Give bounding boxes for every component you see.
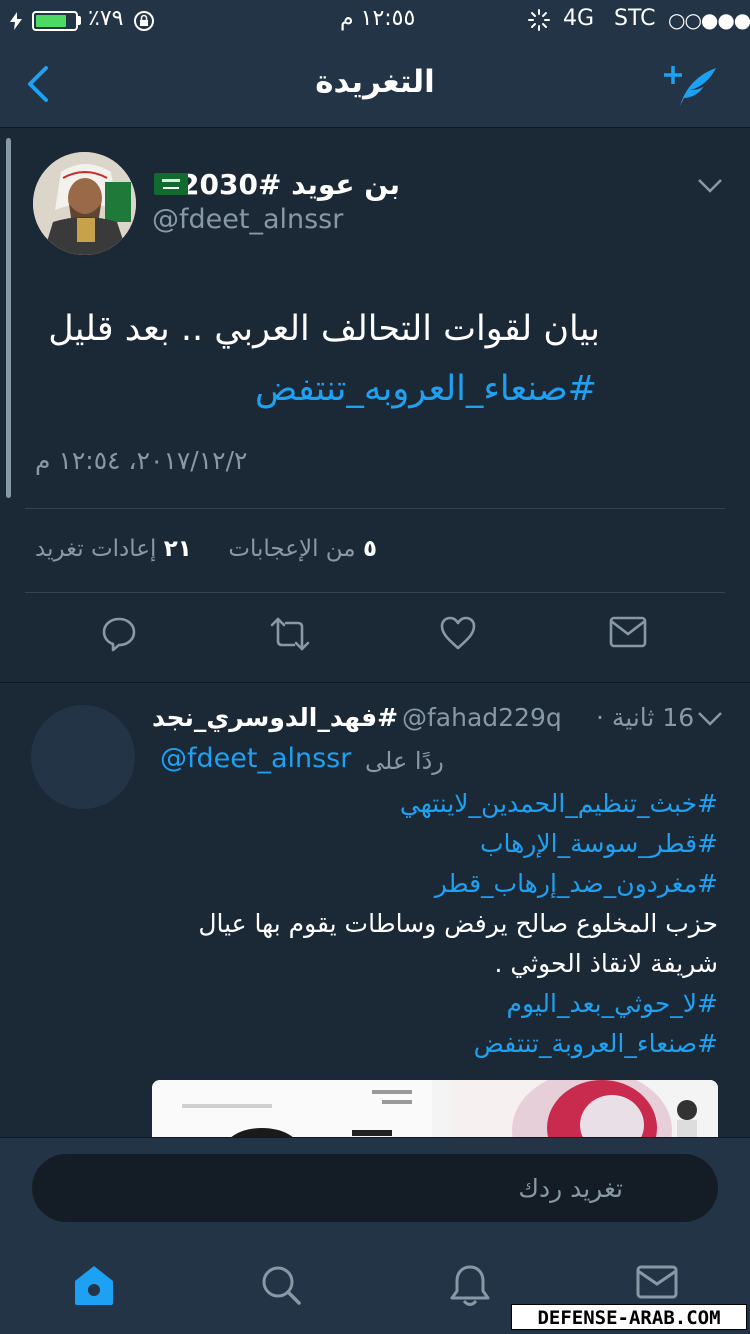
messages-icon[interactable] [636,1263,678,1301]
reply-input-placeholder: تغريد ردك [518,1174,623,1203]
reply-tweet[interactable]: 16 ثانية · @fahad229q #فهد_الدوسري_نجد ر… [0,682,750,1137]
tweet-timestamp: ٢٠١٧/١٢/٢، ١٢:٥٤ م [35,446,248,475]
like-icon[interactable] [439,615,477,651]
retweet-icon[interactable] [268,615,312,653]
scroll-indicator [6,138,11,498]
reply-hashtag-link[interactable]: #صنعاء_العروبة_تنتفض [474,1027,718,1061]
tweet-text: بيان لقوات التحالف العربي .. بعد قليل [48,309,600,349]
retweets-label: إعادات تغريد [35,536,157,562]
attached-image[interactable] [152,1080,718,1137]
reply-text-line: شريفة لانقاذ الحوثي . [494,949,718,978]
reply-handle[interactable]: @fahad229q [402,703,562,732]
battery-tip [78,16,81,25]
compose-icon[interactable] [664,62,722,108]
status-bar: ٪٧٩ ١٢:٥٥ م 4G STC ○○●●● [0,0,750,40]
replying-to-handle[interactable]: @fdeet_alnssr [160,743,351,774]
reply-hashtag-link[interactable]: #مغردون_ضد_إرهاب_قطر [435,867,718,901]
watermark: DEFENSE-ARAB.COM [511,1304,747,1330]
reply-input[interactable]: تغريد ردك [32,1154,718,1222]
tweet-hashtag-link[interactable]: #صنعاء_العروبه_تنتفض [255,364,597,414]
likes-count: ٥ [362,536,377,562]
charging-icon [10,12,22,30]
saudi-flag-icon [154,173,188,195]
chevron-down-icon[interactable] [697,178,723,194]
retweets-stat[interactable]: ٢١ إعادات تغريد [35,536,192,562]
network-type: 4G [563,6,595,31]
tweet-stats: ٥ من الإعجابات ٢١ إعادات تغريد [35,536,377,562]
reply-hashtag-link[interactable]: #لا_حوثي_بعد_اليوم [506,987,718,1021]
likes-stat[interactable]: ٥ من الإعجابات [228,536,377,562]
reply-composer: تغريد ردك [0,1137,750,1239]
author-name[interactable]: بن عويد #2030 [180,168,400,201]
main-tweet: بن عويد #2030 @fdeet_alnssr بيان لقوات ا… [0,128,750,682]
status-time: ١٢:٥٥ م [340,6,416,31]
activity-icon [528,9,550,31]
reply-icon[interactable] [100,615,138,653]
nav-bar: التغريدة [0,40,750,128]
reply-hashtag-link[interactable]: #خبث_تنظيم_الحمدين_لاينتهي [400,787,718,821]
likes-label: من الإعجابات [228,536,356,562]
home-icon[interactable] [72,1263,116,1307]
replying-to-label: ردًا على [365,747,444,775]
battery-icon [32,11,78,31]
retweets-count: ٢١ [163,536,192,562]
reply-hashtag-link[interactable]: #قطر_سوسة_الإرهاب [480,827,718,861]
signal-strength: ○○●●● [668,8,750,32]
avatar[interactable] [31,705,135,809]
reply-time: 16 ثانية · [596,703,695,732]
divider [25,592,725,593]
carrier-name: STC [614,6,656,31]
avatar[interactable] [33,152,136,255]
battery-percent: ٪٧٩ [88,6,124,31]
divider [25,508,725,509]
search-icon[interactable] [259,1263,303,1307]
reply-text-line: حزب المخلوع صالح يرفض وساطات يقوم بها عي… [198,909,718,938]
reply-author-name[interactable]: #فهد_الدوسري_نجد [152,703,398,732]
chevron-down-icon[interactable] [697,711,723,727]
notifications-icon[interactable] [449,1263,491,1309]
page-title: التغريدة [315,64,435,100]
author-handle[interactable]: @fdeet_alnssr [152,204,343,235]
share-via-message-icon[interactable] [609,615,647,649]
orientation-lock-icon [134,11,154,31]
